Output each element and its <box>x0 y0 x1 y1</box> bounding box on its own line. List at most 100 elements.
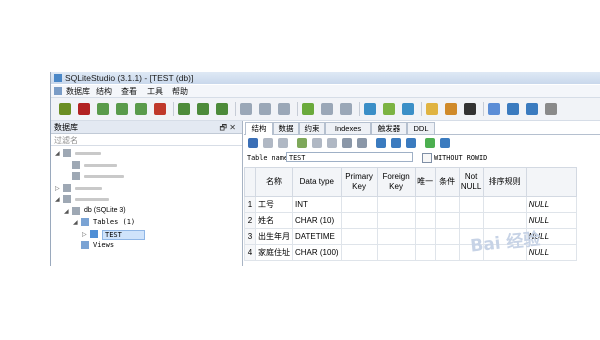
config-icon[interactable] <box>545 103 557 115</box>
menu-help[interactable]: 帮助 <box>172 86 188 97</box>
trigger-delete-icon[interactable] <box>340 103 352 115</box>
unique-cell[interactable] <box>414 244 436 261</box>
tab-structure[interactable]: 结构 <box>245 122 273 135</box>
header-default[interactable] <box>525 167 577 197</box>
default-cell[interactable]: NULL <box>525 196 577 213</box>
tree-item[interactable]: ◢ Tables (1) <box>51 217 242 228</box>
header-not-null[interactable]: Not NULL <box>458 167 484 197</box>
check-cell[interactable] <box>434 196 460 213</box>
data-type-cell[interactable]: CHAR (10) <box>292 212 342 229</box>
delete-constraint-icon[interactable] <box>406 138 416 148</box>
column-name-cell[interactable]: 出生年月 <box>255 228 293 245</box>
table-add-icon[interactable] <box>178 103 190 115</box>
view-edit-icon[interactable] <box>383 103 395 115</box>
tab-triggers[interactable]: 触发器 <box>371 122 407 134</box>
table-name-input[interactable]: TEST <box>286 152 413 162</box>
without-rowid-checkbox[interactable] <box>422 153 432 163</box>
tree-expander-icon[interactable]: ▷ <box>82 231 87 238</box>
unique-cell[interactable] <box>414 196 436 213</box>
header-data-type[interactable]: Data type <box>292 167 342 197</box>
refresh-icon[interactable] <box>248 138 258 148</box>
tab-ddl[interactable]: DDL <box>407 122 435 134</box>
db-delete-icon[interactable] <box>135 103 147 115</box>
data-type-cell[interactable]: INT <box>292 196 342 213</box>
menu-view[interactable]: 查看 <box>121 86 137 97</box>
not-null-cell[interactable] <box>458 212 484 229</box>
rollback-icon[interactable] <box>278 138 288 148</box>
foreign-key-cell[interactable] <box>376 228 416 245</box>
index-add-icon[interactable] <box>240 103 252 115</box>
move-down-icon[interactable] <box>357 138 367 148</box>
foreign-key-cell[interactable] <box>376 196 416 213</box>
collation-icon[interactable] <box>488 103 500 115</box>
header-collation[interactable]: 排序规则 <box>482 167 527 197</box>
collation-cell[interactable] <box>482 196 527 213</box>
tree-expander-icon[interactable]: ◢ <box>64 208 69 215</box>
tree-item[interactable]: ◢ <box>51 148 242 159</box>
column-name-cell[interactable]: 家庭住址 <box>255 244 293 261</box>
primary-key-cell[interactable] <box>340 196 378 213</box>
commit-icon[interactable] <box>263 138 273 148</box>
tree-item[interactable]: ◢ <box>51 194 242 205</box>
unique-cell[interactable] <box>414 228 436 245</box>
tree-item[interactable]: ▷ <box>51 183 242 194</box>
db-edit-icon[interactable] <box>116 103 128 115</box>
delete-column-icon[interactable] <box>327 138 337 148</box>
table-delete-icon[interactable] <box>216 103 228 115</box>
disconnect-icon[interactable] <box>78 103 90 115</box>
primary-key-cell[interactable] <box>340 212 378 229</box>
data-type-cell[interactable]: DATETIME <box>292 228 342 245</box>
check-cell[interactable] <box>434 244 460 261</box>
header-foreign-key[interactable]: Foreign Key <box>376 167 416 197</box>
not-null-cell[interactable] <box>458 196 484 213</box>
check-cell[interactable] <box>434 228 460 245</box>
create-similar-icon[interactable] <box>425 138 435 148</box>
menu-structure[interactable]: 结构 <box>96 86 112 97</box>
tree-item[interactable] <box>51 171 242 182</box>
reset-icon[interactable] <box>440 138 450 148</box>
index-delete-icon[interactable] <box>278 103 290 115</box>
sql-editor-icon[interactable] <box>426 103 438 115</box>
header-primary-key[interactable]: Primary Key <box>340 167 378 197</box>
column-name-cell[interactable]: 姓名 <box>255 212 293 229</box>
header-check[interactable]: 条件 <box>434 167 460 197</box>
tree-item[interactable]: Views <box>51 240 242 251</box>
tree-expander-icon[interactable]: ◢ <box>73 219 78 226</box>
trigger-edit-icon[interactable] <box>321 103 333 115</box>
trigger-add-icon[interactable] <box>302 103 314 115</box>
menu-app-icon[interactable] <box>54 87 62 95</box>
primary-key-cell[interactable] <box>340 244 378 261</box>
add-column-icon[interactable] <box>297 138 307 148</box>
primary-key-cell[interactable] <box>340 228 378 245</box>
table-edit-icon[interactable] <box>197 103 209 115</box>
tree-expander-icon[interactable]: ◢ <box>55 150 60 157</box>
tree-item[interactable] <box>51 160 242 171</box>
column-name-cell[interactable]: 工号 <box>255 196 293 213</box>
db-refresh-icon[interactable] <box>154 103 166 115</box>
connect-icon[interactable] <box>59 103 71 115</box>
foreign-key-cell[interactable] <box>376 212 416 229</box>
header-unique[interactable]: 唯一 <box>414 167 436 197</box>
table-row[interactable]: 1 工号 INT NULL <box>244 196 577 213</box>
import-icon[interactable] <box>445 103 457 115</box>
header-name[interactable]: 名称 <box>255 167 293 197</box>
add-constraint-icon[interactable] <box>376 138 386 148</box>
tree-expander-icon[interactable]: ▷ <box>55 185 60 192</box>
view-add-icon[interactable] <box>364 103 376 115</box>
view-delete-icon[interactable] <box>402 103 414 115</box>
db-add-icon[interactable] <box>97 103 109 115</box>
menu-database[interactable]: 数据库 <box>66 86 90 97</box>
data-type-cell[interactable]: CHAR (100) <box>292 244 342 261</box>
check-cell[interactable] <box>434 212 460 229</box>
foreign-key-cell[interactable] <box>376 244 416 261</box>
move-up-icon[interactable] <box>342 138 352 148</box>
tab-data[interactable]: 数据 <box>273 122 299 134</box>
unique-cell[interactable] <box>414 212 436 229</box>
tab-constraints[interactable]: 约束 <box>299 122 325 134</box>
edit-constraint-icon[interactable] <box>391 138 401 148</box>
menu-tools[interactable]: 工具 <box>147 86 163 97</box>
tab-indexes[interactable]: Indexes <box>325 122 371 134</box>
tree-expander-icon[interactable]: ◢ <box>55 196 60 203</box>
index-edit-icon[interactable] <box>259 103 271 115</box>
tile-icon[interactable] <box>507 103 519 115</box>
